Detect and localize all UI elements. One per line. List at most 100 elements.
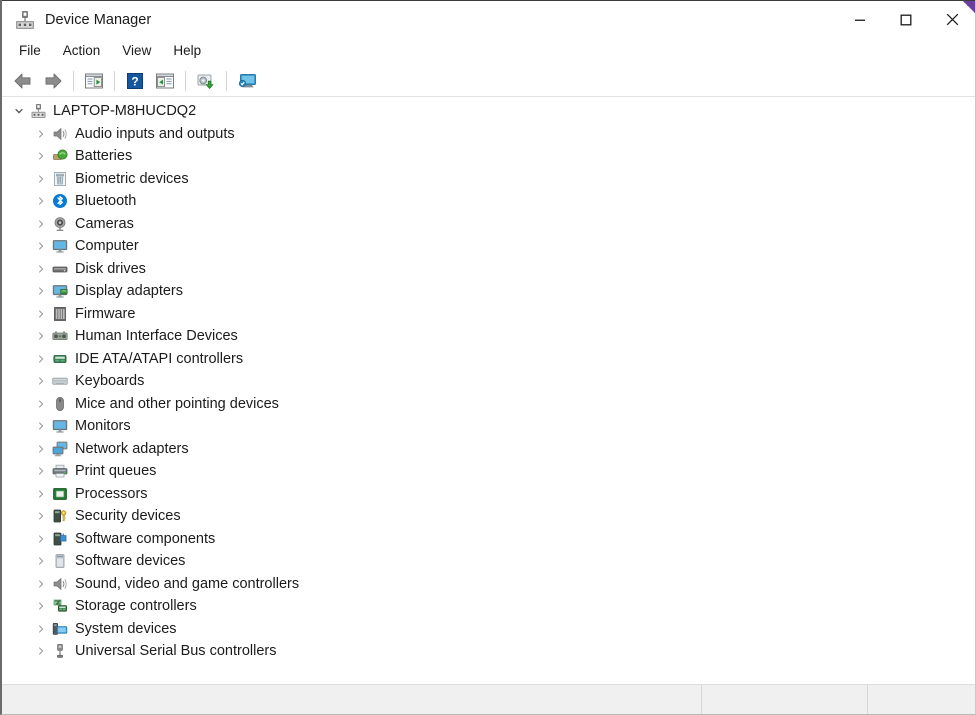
chevron-right-icon[interactable] — [34, 622, 48, 636]
printer-icon — [51, 462, 69, 480]
toolbar-separator — [73, 70, 74, 91]
storage-controller-icon — [51, 597, 69, 615]
window-controls — [837, 1, 975, 39]
tree-item-keyboards[interactable]: Keyboards — [2, 370, 975, 393]
toolbar-separator — [185, 70, 186, 91]
forward-button[interactable] — [38, 67, 68, 95]
chevron-right-icon[interactable] — [34, 419, 48, 433]
ide-controller-icon — [51, 350, 69, 368]
chevron-right-icon[interactable] — [34, 599, 48, 613]
monitor-icon — [51, 417, 69, 435]
chevron-right-icon[interactable] — [34, 442, 48, 456]
tree-item-monitors[interactable]: Monitors — [2, 415, 975, 438]
properties-button[interactable] — [150, 67, 180, 95]
chevron-right-icon[interactable] — [34, 554, 48, 568]
console-tree-icon — [85, 73, 103, 88]
camera-icon — [51, 215, 69, 233]
chevron-right-icon[interactable] — [34, 532, 48, 546]
chevron-right-icon[interactable] — [34, 127, 48, 141]
chevron-right-icon[interactable] — [34, 397, 48, 411]
chevron-right-icon[interactable] — [34, 577, 48, 591]
scan-hardware-changes-button[interactable] — [232, 67, 262, 95]
chevron-right-icon[interactable] — [34, 262, 48, 276]
tree-item-display-adapters[interactable]: Display adapters — [2, 280, 975, 303]
tree-item-print-queues[interactable]: Print queues — [2, 460, 975, 483]
tree-item-biometric-devices[interactable]: Biometric devices — [2, 168, 975, 191]
chevron-right-icon[interactable] — [34, 239, 48, 253]
chevron-right-icon[interactable] — [34, 464, 48, 478]
chevron-right-icon[interactable] — [34, 509, 48, 523]
tree-item-batteries[interactable]: Batteries — [2, 145, 975, 168]
tree-item-mice-and-other-pointing-devices[interactable]: Mice and other pointing devices — [2, 393, 975, 416]
chevron-right-icon[interactable] — [34, 194, 48, 208]
status-pane-message — [2, 685, 702, 714]
maximize-button[interactable] — [883, 1, 929, 39]
tree-item-audio-inputs-and-outputs[interactable]: Audio inputs and outputs — [2, 123, 975, 146]
tree-root-label: LAPTOP-M8HUCDQ2 — [53, 103, 197, 119]
tree-item-sound-video-and-game-controllers[interactable]: Sound, video and game controllers — [2, 573, 975, 596]
chevron-right-icon[interactable] — [34, 374, 48, 388]
tree-item-universal-serial-bus-controllers[interactable]: Universal Serial Bus controllers — [2, 640, 975, 663]
chevron-right-icon[interactable] — [34, 487, 48, 501]
tree-item-computer[interactable]: Computer — [2, 235, 975, 258]
tree-item-label: Print queues — [75, 463, 157, 479]
tree-item-label: Human Interface Devices — [75, 328, 238, 344]
tree-item-disk-drives[interactable]: Disk drives — [2, 258, 975, 281]
disk-drive-icon — [51, 260, 69, 278]
menu-item-action[interactable]: Action — [52, 41, 112, 62]
chevron-down-icon[interactable] — [12, 104, 26, 118]
tree-item-label: Processors — [75, 485, 148, 502]
device-manager-icon — [16, 10, 34, 29]
chevron-right-icon[interactable] — [34, 352, 48, 366]
tree-item-human-interface-devices[interactable]: Human Interface Devices — [2, 325, 975, 348]
chevron-right-icon[interactable] — [34, 307, 48, 321]
update-driver-button[interactable] — [191, 67, 221, 95]
show-hide-console-tree-button[interactable] — [79, 67, 109, 95]
tree-item-cameras[interactable]: Cameras — [2, 213, 975, 236]
tree-item-security-devices[interactable]: Security devices — [2, 505, 975, 528]
close-button[interactable] — [929, 1, 975, 39]
tree-item-label: Sound, video and game controllers — [75, 575, 300, 592]
tree-item-firmware[interactable]: Firmware — [2, 303, 975, 326]
scan-hardware-icon — [238, 73, 256, 87]
chevron-right-icon[interactable] — [34, 284, 48, 298]
network-adapter-icon — [51, 440, 69, 458]
tree-item-software-devices[interactable]: Software devices — [2, 550, 975, 573]
speaker-icon — [51, 125, 69, 143]
tree-item-label: Cameras — [75, 215, 134, 232]
menu-item-file[interactable]: File — [8, 41, 52, 62]
device-tree[interactable]: LAPTOP-M8HUCDQ2 Audio inputs and outputs — [2, 97, 975, 684]
help-button[interactable]: ? — [120, 67, 150, 95]
battery-icon — [51, 147, 69, 165]
back-button[interactable] — [8, 67, 38, 95]
help-question-icon: ? — [127, 72, 143, 89]
tree-item-ide-ata-atapi-controllers[interactable]: IDE ATA/ATAPI controllers — [2, 348, 975, 371]
menu-item-help[interactable]: Help — [162, 41, 212, 62]
menu-item-view[interactable]: View — [111, 41, 162, 62]
tree-item-label: Bluetooth — [75, 193, 137, 209]
tree-item-network-adapters[interactable]: Network adapters — [2, 438, 975, 461]
chevron-right-icon[interactable] — [34, 329, 48, 343]
tree-item-label: Keyboards — [75, 373, 145, 389]
keyboard-icon — [51, 372, 69, 390]
tree-item-bluetooth[interactable]: Bluetooth — [2, 190, 975, 213]
svg-text:?: ? — [131, 74, 138, 88]
tree-item-label: Firmware — [75, 305, 136, 322]
processor-icon — [51, 485, 69, 503]
properties-icon — [156, 73, 174, 88]
chevron-right-icon[interactable] — [34, 644, 48, 658]
tree-item-storage-controllers[interactable]: Storage controllers — [2, 595, 975, 618]
tree-item-label: Security devices — [75, 508, 181, 524]
tree-root-node[interactable]: LAPTOP-M8HUCDQ2 — [2, 100, 975, 123]
tree-item-software-components[interactable]: Software components — [2, 528, 975, 551]
chevron-right-icon[interactable] — [34, 217, 48, 231]
minimize-icon — [855, 19, 865, 21]
status-pane-tertiary — [868, 685, 975, 714]
tree-item-label: System devices — [75, 620, 177, 637]
chevron-right-icon[interactable] — [34, 172, 48, 186]
minimize-button[interactable] — [837, 1, 883, 39]
tree-item-system-devices[interactable]: System devices — [2, 618, 975, 641]
tree-item-label: Storage controllers — [75, 598, 197, 614]
chevron-right-icon[interactable] — [34, 149, 48, 163]
tree-item-processors[interactable]: Processors — [2, 483, 975, 506]
